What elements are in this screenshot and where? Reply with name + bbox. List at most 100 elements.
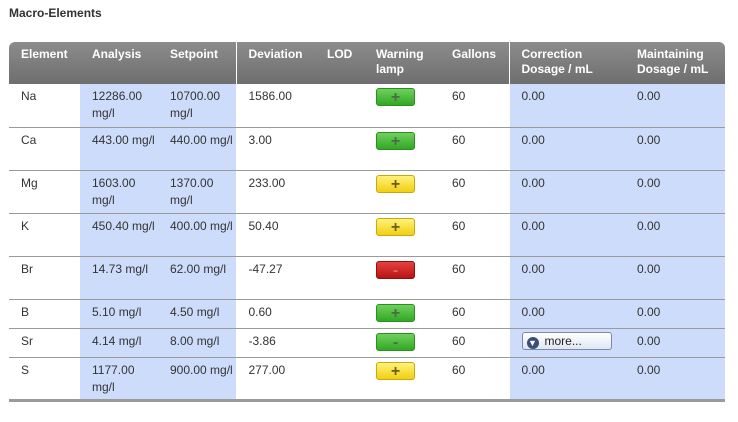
cell-warning-lamp: + xyxy=(364,299,440,329)
cell-correction-dosage: ▼ more... xyxy=(508,328,625,358)
table-row: K 450.40 mg/l 400.00 mg/l 50.40 +60 0.00 0.00 xyxy=(9,213,725,257)
cell-deviation: 50.40 xyxy=(235,213,315,257)
more-button-label: more... xyxy=(544,333,582,348)
cell-maintaining-dosage: 0.00 xyxy=(625,84,725,128)
warning-lamp-green: + xyxy=(376,88,415,106)
cell-warning-lamp: + xyxy=(364,84,440,128)
warning-lamp-green: + xyxy=(376,131,415,150)
cell-maintaining-dosage: 0.00 xyxy=(625,328,725,358)
col-header-lod[interactable]: LOD xyxy=(315,42,364,84)
cell-warning-lamp: + xyxy=(364,213,440,257)
cell-gallons: 60 xyxy=(440,357,509,402)
warning-lamp-red: - xyxy=(376,260,415,279)
table-row: Ca 443.00 mg/l 440.00 mg/l 3.00 +60 0.00 0.00 xyxy=(9,127,725,171)
cell-setpoint: 400.00 mg/l xyxy=(158,213,236,257)
table-row: B 5.10 mg/l 4.50 mg/l 0.60 +60 0.00 0.00 xyxy=(9,299,725,329)
table-row: Na 12286.00 mg/l 10700.00 mg/l 1586.00 +60 0.… xyxy=(9,84,725,128)
cell-correction-dosage: 0.00 xyxy=(508,213,625,257)
cell-element: Sr xyxy=(9,328,80,358)
table-header-row: Element Analysis Setpoint Deviation LOD … xyxy=(9,42,725,84)
cell-gallons: 60 xyxy=(440,213,509,257)
col-header-deviation[interactable]: Deviation xyxy=(235,42,315,84)
cell-maintaining-dosage: 0.00 xyxy=(625,213,725,257)
cell-maintaining-dosage: 0.00 xyxy=(625,256,725,300)
cell-analysis: 5.10 mg/l xyxy=(80,299,158,329)
cell-gallons: 60 xyxy=(440,256,509,300)
cell-lod xyxy=(315,328,364,358)
cell-gallons: 60 xyxy=(440,84,509,128)
cell-correction-dosage: 0.00 xyxy=(508,127,625,171)
cell-warning-lamp: - xyxy=(364,256,440,300)
cell-analysis: 443.00 mg/l xyxy=(80,127,158,171)
cell-deviation: -3.86 xyxy=(235,328,315,358)
cell-deviation: 3.00 xyxy=(235,127,315,171)
cell-deviation: 277.00 xyxy=(235,357,315,402)
warning-lamp-yellow: + xyxy=(376,361,415,380)
cell-warning-lamp: + xyxy=(364,127,440,171)
cell-gallons: 60 xyxy=(440,299,509,329)
cell-correction-dosage: 0.00 xyxy=(508,357,625,402)
cell-maintaining-dosage: 0.00 xyxy=(625,127,725,171)
cell-setpoint: 4.50 mg/l xyxy=(158,299,236,329)
warning-lamp-green: - xyxy=(376,332,415,351)
cell-analysis: 14.73 mg/l xyxy=(80,256,158,300)
cell-maintaining-dosage: 0.00 xyxy=(625,299,725,329)
col-header-analysis[interactable]: Analysis xyxy=(80,42,158,84)
cell-element: Mg xyxy=(9,170,80,214)
cell-gallons: 60 xyxy=(440,127,509,171)
cell-setpoint: 900.00 mg/l xyxy=(158,357,236,402)
cell-gallons: 60 xyxy=(440,170,509,214)
cell-setpoint: 1370.00 mg/l xyxy=(158,170,236,214)
cell-deviation: -47.27 xyxy=(235,256,315,300)
cell-warning-lamp: - xyxy=(364,328,440,358)
cell-element: Ca xyxy=(9,127,80,171)
arrow-down-circle-icon: ▼ xyxy=(526,336,539,349)
cell-lod xyxy=(315,299,364,329)
cell-lod xyxy=(315,256,364,300)
table-row: Sr 4.14 mg/l 8.00 mg/l -3.86 - 60 ▼ more... 0.00 xyxy=(9,328,725,358)
cell-analysis: 1177.00 mg/l xyxy=(80,357,158,402)
cell-lod xyxy=(315,84,364,128)
warning-lamp-green: + xyxy=(376,303,415,322)
col-header-setpoint[interactable]: Setpoint xyxy=(158,42,236,84)
cell-maintaining-dosage: 0.00 xyxy=(625,357,725,402)
table-row: Mg 1603.00 mg/l 1370.00 mg/l 233.00 +60 0.00 0… xyxy=(9,170,725,214)
cell-lod xyxy=(315,213,364,257)
cell-correction-dosage: 0.00 xyxy=(508,170,625,214)
cell-analysis: 4.14 mg/l xyxy=(80,328,158,358)
cell-deviation: 233.00 xyxy=(235,170,315,214)
cell-lod xyxy=(315,357,364,402)
warning-lamp-yellow: + xyxy=(376,217,415,236)
cell-analysis: 1603.00 mg/l xyxy=(80,170,158,214)
macro-elements-table: Element Analysis Setpoint Deviation LOD … xyxy=(9,42,725,402)
cell-maintaining-dosage: 0.00 xyxy=(625,170,725,214)
cell-deviation: 1586.00 xyxy=(235,84,315,128)
cell-analysis: 450.40 mg/l xyxy=(80,213,158,257)
warning-lamp-yellow: + xyxy=(376,174,415,193)
cell-correction-dosage: 0.00 xyxy=(508,299,625,329)
cell-setpoint: 62.00 mg/l xyxy=(158,256,236,300)
cell-element: B xyxy=(9,299,80,329)
cell-lod xyxy=(315,127,364,171)
cell-warning-lamp: + xyxy=(364,170,440,214)
cell-warning-lamp: + xyxy=(364,357,440,402)
cell-setpoint: 10700.00 mg/l xyxy=(158,84,236,128)
cell-element: S xyxy=(9,357,80,402)
col-header-element[interactable]: Element xyxy=(9,42,80,84)
table-row: S 1177.00 mg/l 900.00 mg/l 277.00 +60 0.00 0.0… xyxy=(9,357,725,402)
col-header-maintaining-dosage[interactable]: Maintaining Dosage / mL xyxy=(625,42,725,84)
col-header-warning-lamp[interactable]: Warning lamp xyxy=(364,42,440,84)
col-header-correction-dosage[interactable]: Correction Dosage / mL xyxy=(508,42,625,84)
cell-setpoint: 8.00 mg/l xyxy=(158,328,236,358)
col-header-gallons[interactable]: Gallons xyxy=(440,42,509,84)
cell-setpoint: 440.00 mg/l xyxy=(158,127,236,171)
cell-correction-dosage: 0.00 xyxy=(508,256,625,300)
cell-gallons: 60 xyxy=(440,328,509,358)
cell-element: Na xyxy=(9,84,80,128)
more-button[interactable]: ▼ more... xyxy=(521,331,612,350)
cell-element: Br xyxy=(9,256,80,300)
table-row: Br 14.73 mg/l 62.00 mg/l -47.27-60 0.00 0.00 xyxy=(9,256,725,300)
cell-correction-dosage: 0.00 xyxy=(508,84,625,128)
cell-lod xyxy=(315,170,364,214)
cell-element: K xyxy=(9,213,80,257)
